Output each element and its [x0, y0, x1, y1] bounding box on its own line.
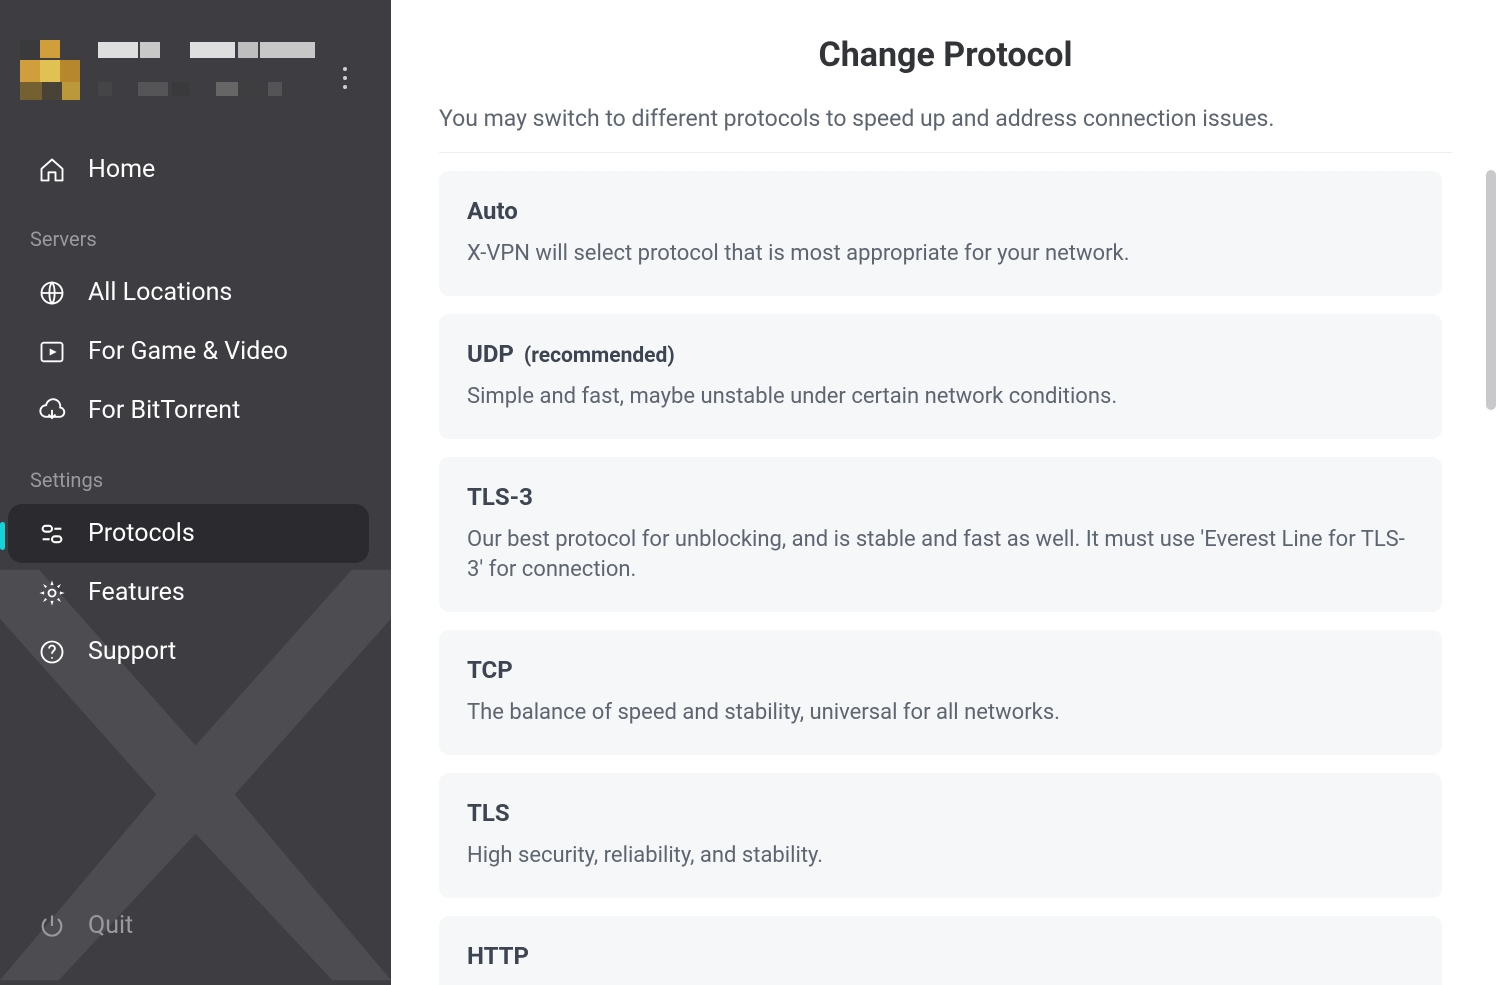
page-subtitle: You may switch to different protocols to…: [439, 105, 1452, 153]
section-label-settings: Settings: [0, 450, 391, 504]
protocol-desc: The balance of speed and stability, univ…: [467, 698, 1414, 729]
sidebar-item-features[interactable]: Features: [0, 563, 391, 622]
main-scroll[interactable]: Change Protocol You may switch to differ…: [391, 0, 1500, 985]
power-icon: [38, 912, 66, 940]
sidebar-item-label: For BitTorrent: [88, 396, 240, 425]
protocol-option-udp[interactable]: UDP (recommended) Simple and fast, maybe…: [439, 314, 1442, 439]
sidebar-item-home[interactable]: Home: [0, 140, 391, 199]
gear-icon: [38, 579, 66, 607]
sidebar-item-game-video[interactable]: For Game & Video: [0, 322, 391, 381]
home-icon: [38, 156, 66, 184]
protocol-desc: Simple and fast, maybe unstable under ce…: [467, 382, 1414, 413]
nav-section-top: Home: [0, 140, 391, 209]
play-square-icon: [38, 338, 66, 366]
protocol-title: Auto: [467, 197, 518, 225]
protocol-title: HTTP: [467, 942, 529, 970]
sidebar-item-protocols[interactable]: Protocols: [8, 504, 369, 563]
help-icon: [38, 638, 66, 666]
sidebar-item-label: Features: [88, 578, 185, 607]
protocol-title: TLS: [467, 799, 510, 827]
protocol-option-tcp[interactable]: TCP The balance of speed and stability, …: [439, 630, 1442, 755]
sidebar-item-quit[interactable]: Quit: [0, 896, 391, 955]
sidebar-item-label: Support: [88, 637, 176, 666]
protocol-list: Auto X-VPN will select protocol that is …: [439, 171, 1452, 985]
protocol-option-http[interactable]: HTTP: [439, 916, 1442, 985]
protocol-note: (recommended): [524, 344, 675, 368]
protocol-desc: X-VPN will select protocol that is most …: [467, 239, 1414, 270]
app-logo: [20, 40, 320, 110]
sidebar-item-label: Protocols: [88, 519, 195, 548]
sidebar-header: [0, 0, 391, 140]
protocol-title: TCP: [467, 656, 513, 684]
nav-section-settings: Protocols Features Support: [0, 504, 391, 691]
sidebar-item-support[interactable]: Support: [0, 622, 391, 681]
sidebar-item-bittorrent[interactable]: For BitTorrent: [0, 381, 391, 440]
protocols-icon: [38, 520, 66, 548]
protocol-option-tls[interactable]: TLS High security, reliability, and stab…: [439, 773, 1442, 898]
sidebar-item-label: For Game & Video: [88, 337, 288, 366]
sidebar-footer: Quit: [0, 896, 391, 985]
section-label-servers: Servers: [0, 209, 391, 263]
globe-icon: [38, 279, 66, 307]
cloud-download-icon: [38, 397, 66, 425]
scrollbar-thumb[interactable]: [1486, 170, 1496, 410]
protocol-option-tls3[interactable]: TLS-3 Our best protocol for unblocking, …: [439, 457, 1442, 613]
protocol-option-auto[interactable]: Auto X-VPN will select protocol that is …: [439, 171, 1442, 296]
more-menu-button[interactable]: [329, 62, 361, 94]
protocol-title: UDP: [467, 340, 514, 368]
protocol-desc: Our best protocol for unblocking, and is…: [467, 525, 1414, 587]
protocol-desc: High security, reliability, and stabilit…: [467, 841, 1414, 872]
nav-section-servers: All Locations For Game & Video For BitTo…: [0, 263, 391, 450]
protocol-title: TLS-3: [467, 483, 533, 511]
main-content: Change Protocol You may switch to differ…: [391, 0, 1500, 985]
sidebar: Home Servers All Locations For Game & Vi…: [0, 0, 391, 985]
sidebar-item-all-locations[interactable]: All Locations: [0, 263, 391, 322]
sidebar-item-label: All Locations: [88, 278, 232, 307]
sidebar-item-label: Quit: [88, 911, 133, 940]
page-title: Change Protocol: [439, 35, 1452, 75]
sidebar-item-label: Home: [88, 155, 155, 184]
